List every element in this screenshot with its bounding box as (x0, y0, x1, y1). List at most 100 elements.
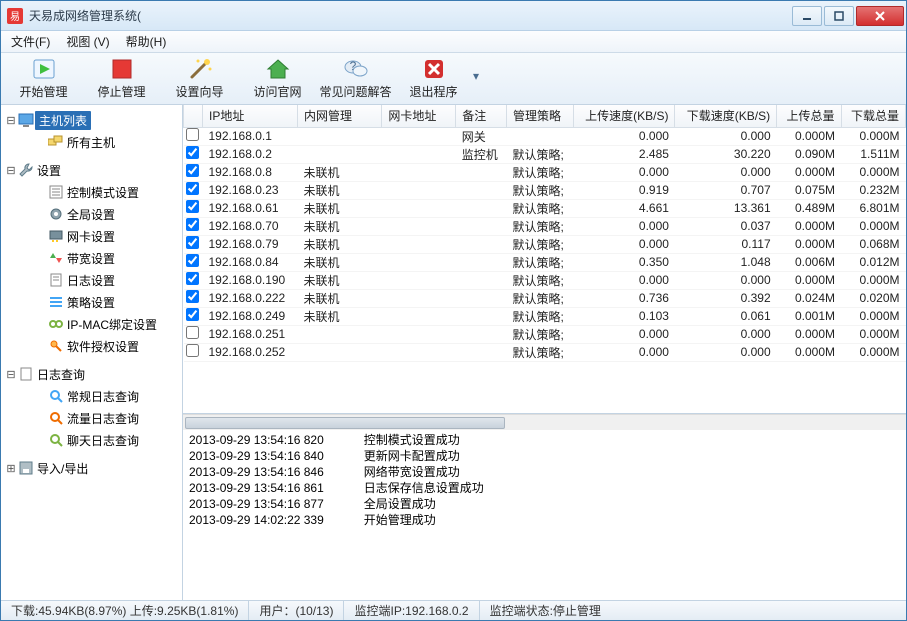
tree-ipmac[interactable]: IP-MAC绑定设置 (3, 313, 180, 335)
row-checkbox[interactable] (184, 253, 203, 271)
cell-policy: 默认策略; (506, 307, 573, 325)
cell-policy: 默认策略; (506, 325, 573, 343)
row-checkbox[interactable] (184, 163, 203, 181)
cell-downspeed: 0.061 (675, 307, 777, 325)
col-lan[interactable]: 内网管理 (297, 105, 381, 127)
gear-icon (47, 207, 65, 221)
status-monstate: 监控端状态:停止管理 (480, 601, 906, 620)
cell-upspeed: 0.000 (573, 217, 675, 235)
log-ts: 2013-09-29 13:54:16 820 (189, 432, 324, 448)
cell-downtotal: 0.000M (841, 307, 905, 325)
toolbar-dropdown-icon[interactable]: ▾ (473, 69, 481, 89)
tree-settings[interactable]: ⊟ 设置 (3, 159, 180, 181)
log-row: 2013-09-29 13:54:16 846网络带宽设置成功 (189, 464, 900, 480)
tree-all-hosts[interactable]: 所有主机 (3, 131, 180, 153)
cell-downtotal: 0.232M (841, 181, 905, 199)
faq-button[interactable]: ? 常见问题解答 (317, 54, 395, 104)
cell-upspeed: 0.919 (573, 181, 675, 199)
cell-lan: 未联机 (297, 253, 381, 271)
cell-policy: 默认策略; (506, 181, 573, 199)
menu-view[interactable]: 视图 (V) (66, 33, 109, 50)
row-checkbox[interactable] (184, 325, 203, 343)
table-row[interactable]: 192.168.0.251默认策略;0.0000.0000.000M0.000M (184, 325, 906, 343)
row-checkbox[interactable] (184, 271, 203, 289)
col-downspeed[interactable]: 下载速度(KB/S) (675, 105, 777, 127)
col-ip[interactable]: IP地址 (202, 105, 297, 127)
play-icon (32, 57, 56, 81)
table-row[interactable]: 192.168.0.222未联机默认策略;0.7360.3920.024M0.0… (184, 289, 906, 307)
collapse-icon[interactable]: ⊟ (5, 164, 17, 177)
col-mac[interactable]: 网卡地址 (382, 105, 456, 127)
cell-policy: 默认策略; (506, 343, 573, 361)
table-row[interactable]: 192.168.0.249未联机默认策略;0.1030.0610.001M0.0… (184, 307, 906, 325)
tree-logquery-traffic[interactable]: 流量日志查询 (3, 407, 180, 429)
table-row[interactable]: 192.168.0.8未联机默认策略;0.0000.0000.000M0.000… (184, 163, 906, 181)
table-row[interactable]: 192.168.0.70未联机默认策略;0.0000.0370.000M0.00… (184, 217, 906, 235)
cell-lan (297, 127, 381, 145)
row-checkbox[interactable] (184, 235, 203, 253)
row-checkbox[interactable] (184, 343, 203, 361)
status-monip: 监控端IP:192.168.0.2 (344, 601, 479, 620)
table-row[interactable]: 192.168.0.2监控机默认策略;2.48530.2200.090M1.51… (184, 145, 906, 163)
expand-icon[interactable]: ⊞ (5, 462, 17, 475)
col-checkbox[interactable] (184, 105, 203, 127)
maximize-button[interactable] (824, 6, 854, 26)
row-checkbox[interactable] (184, 199, 203, 217)
menu-help[interactable]: 帮助(H) (126, 33, 167, 50)
exit-button[interactable]: 退出程序 (395, 54, 473, 104)
tree-log[interactable]: 日志设置 (3, 269, 180, 291)
row-checkbox[interactable] (184, 307, 203, 325)
table-row[interactable]: 192.168.0.61未联机默认策略;4.66113.3610.489M6.8… (184, 199, 906, 217)
table-row[interactable]: 192.168.0.252默认策略;0.0000.0000.000M0.000M (184, 343, 906, 361)
tree-ctrlmode[interactable]: 控制模式设置 (3, 181, 180, 203)
col-downtotal[interactable]: 下载总量 (841, 105, 905, 127)
cell-mac (382, 235, 456, 253)
start-manage-button[interactable]: 开始管理 (5, 54, 83, 104)
tree-nic[interactable]: 网卡设置 (3, 225, 180, 247)
row-checkbox[interactable] (184, 127, 203, 145)
log-row: 2013-09-29 13:54:16 877全局设置成功 (189, 496, 900, 512)
stop-manage-button[interactable]: 停止管理 (83, 54, 161, 104)
home-icon (266, 57, 290, 81)
row-checkbox[interactable] (184, 181, 203, 199)
table-row[interactable]: 192.168.0.190未联机默认策略;0.0000.0000.000M0.0… (184, 271, 906, 289)
menu-file[interactable]: 文件(F) (11, 33, 50, 50)
scrollbar-thumb[interactable] (185, 417, 505, 429)
website-button[interactable]: 访问官网 (239, 54, 317, 104)
table-row[interactable]: 192.168.0.79未联机默认策略;0.0000.1170.000M0.06… (184, 235, 906, 253)
close-button[interactable] (856, 6, 904, 26)
tree-license[interactable]: 软件授权设置 (3, 335, 180, 357)
tree-bandwidth[interactable]: 带宽设置 (3, 247, 180, 269)
row-checkbox[interactable] (184, 145, 203, 163)
cell-uptotal: 0.001M (777, 307, 841, 325)
collapse-icon[interactable]: ⊟ (5, 114, 17, 127)
col-upspeed[interactable]: 上传速度(KB/S) (573, 105, 675, 127)
col-policy[interactable]: 管理策略 (506, 105, 573, 127)
row-checkbox[interactable] (184, 217, 203, 235)
tree-hosts[interactable]: ⊟ 主机列表 (3, 109, 180, 131)
tree-policy[interactable]: 策略设置 (3, 291, 180, 313)
col-note[interactable]: 备注 (456, 105, 507, 127)
cell-lan (297, 325, 381, 343)
cell-uptotal: 0.024M (777, 289, 841, 307)
wizard-button[interactable]: 设置向导 (161, 54, 239, 104)
collapse-icon[interactable]: ⊟ (5, 368, 17, 381)
tree-importexport[interactable]: ⊞ 导入/导出 (3, 457, 180, 479)
tree-logquery-normal[interactable]: 常规日志查询 (3, 385, 180, 407)
col-uptotal[interactable]: 上传总量 (777, 105, 841, 127)
tree-ipmac-label: IP-MAC绑定设置 (65, 316, 157, 333)
cell-uptotal: 0.000M (777, 217, 841, 235)
tree-log-label: 日志设置 (65, 272, 115, 289)
tree-logquery-chat[interactable]: 聊天日志查询 (3, 429, 180, 451)
tree-logquery[interactable]: ⊟ 日志查询 (3, 363, 180, 385)
table-row[interactable]: 192.168.0.23未联机默认策略;0.9190.7070.075M0.23… (184, 181, 906, 199)
tree-global[interactable]: 全局设置 (3, 203, 180, 225)
cell-note: 监控机 (456, 145, 507, 163)
table-row[interactable]: 192.168.0.84未联机默认策略;0.3501.0480.006M0.01… (184, 253, 906, 271)
log-row: 2013-09-29 14:02:22 339开始管理成功 (189, 512, 900, 528)
row-checkbox[interactable] (184, 289, 203, 307)
horizontal-scrollbar[interactable] (183, 414, 906, 430)
table-row[interactable]: 192.168.0.1网关0.0000.0000.000M0.000M (184, 127, 906, 145)
cell-ip: 192.168.0.249 (202, 307, 297, 325)
minimize-button[interactable] (792, 6, 822, 26)
